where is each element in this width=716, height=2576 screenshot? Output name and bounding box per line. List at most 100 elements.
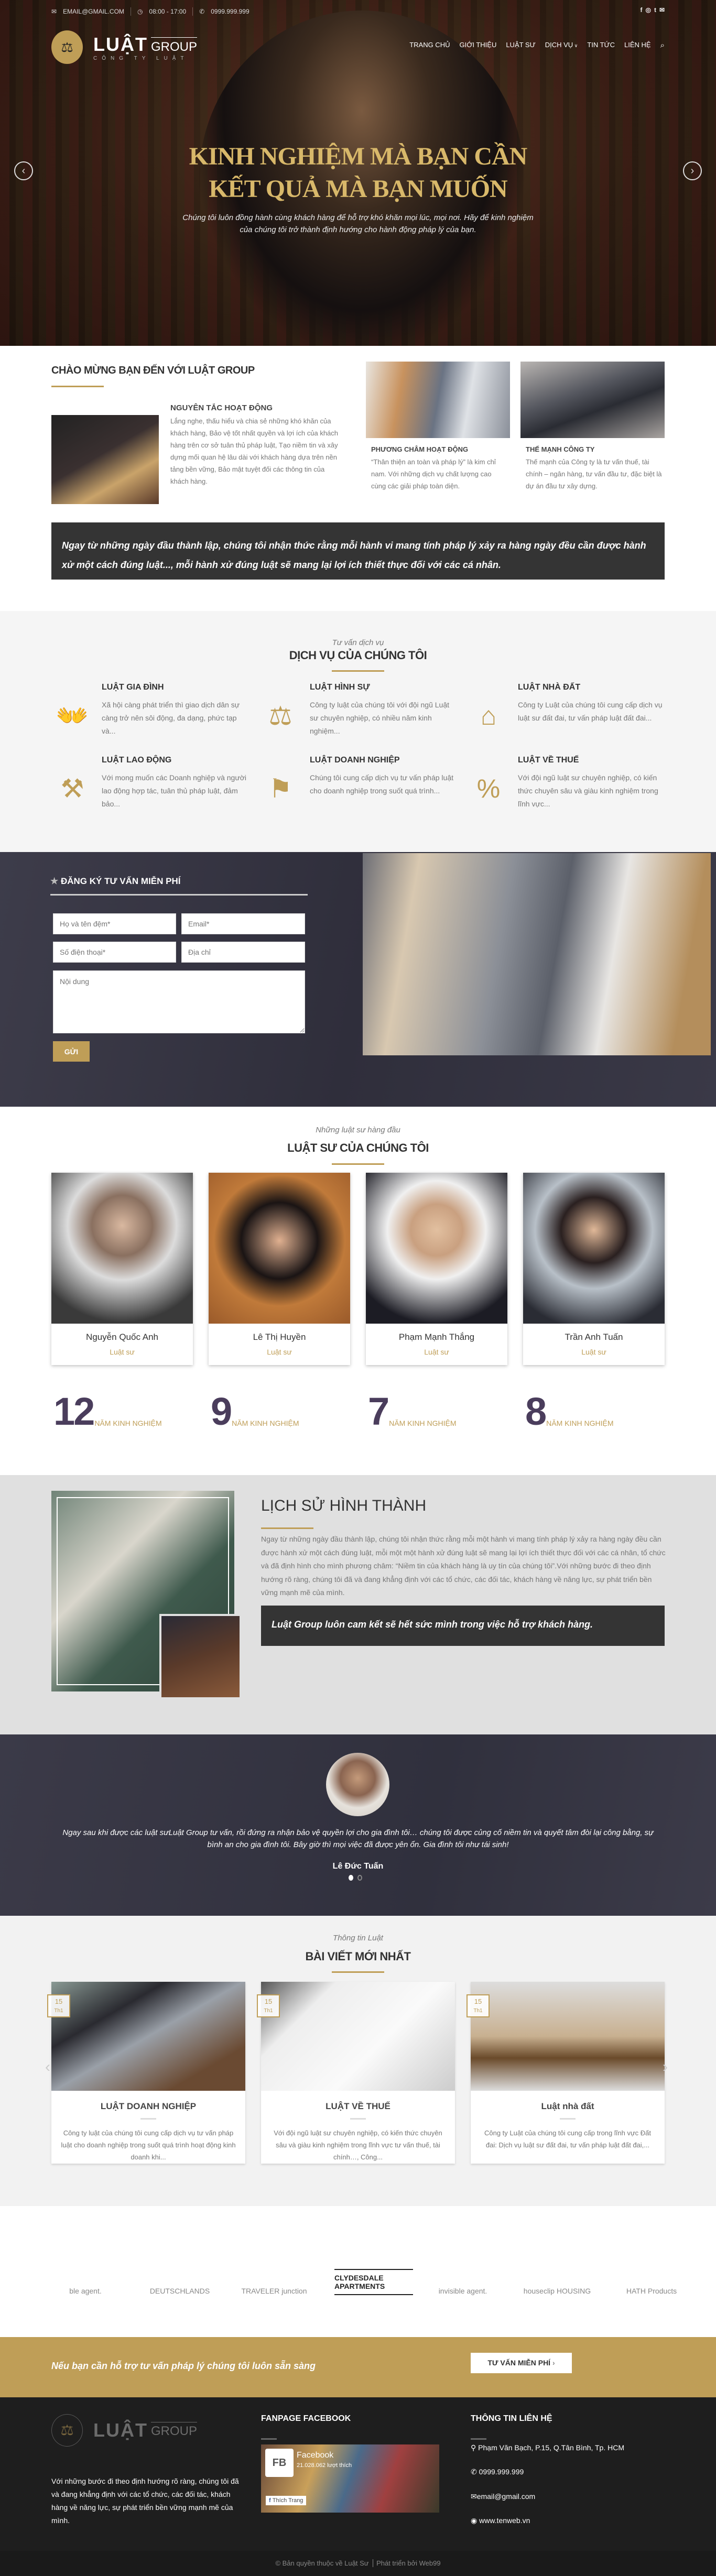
services-section: Tư vấn dịch vụ DỊCH VỤ CỦA CHÚNG TÔI 👐 LU… <box>0 611 716 852</box>
testimonial-name: Lê Đức Tuấn <box>332 1862 384 1871</box>
carousel-prev-icon[interactable]: ‹ <box>45 2058 50 2076</box>
service-title[interactable]: LUẬT NHÀ ĐẤT <box>518 683 580 692</box>
partner-logo[interactable]: TRAVELER junction <box>240 2248 308 2295</box>
partner-logo[interactable]: ble agent. <box>51 2248 120 2295</box>
post-title[interactable]: Luật nhà đất <box>471 2101 665 2112</box>
nav-about[interactable]: GIỚI THIỆU <box>459 41 496 50</box>
nav-lawyers[interactable]: LUẬT SƯ <box>506 41 535 50</box>
hero-title-line2: KẾT QUẢ MÀ BẠN MUỐN <box>209 175 507 203</box>
contact-title: THÔNG TIN LIÊN HỆ <box>471 2414 552 2423</box>
service-title[interactable]: LUẬT DOANH NGHIỆP <box>310 756 400 765</box>
contact-phone[interactable]: ✆ 0999.999.999 <box>471 2468 524 2476</box>
search-icon[interactable]: ⌕ <box>660 41 665 50</box>
service-title[interactable]: LUẬT GIA ĐÌNH <box>102 683 164 692</box>
slide-dot[interactable] <box>357 1875 362 1881</box>
blog-post-card[interactable]: 15 Th1 LUẬT VỀ THUẾ Với đội ngũ luật sư chu… <box>257 1982 455 2164</box>
welcome-quote: Ngay từ những ngày đầu thành lập, chúng … <box>51 522 665 580</box>
partner-logo[interactable]: DEUTSCHLANDS <box>146 2248 214 2295</box>
principle-text: Lắng nghe, thấu hiểu và chia sẻ những kh… <box>170 417 339 485</box>
partner-logo[interactable]: houseclip HOUSING <box>523 2248 591 2295</box>
divider <box>332 670 384 672</box>
service-item[interactable]: 👐 LUẬT GIA ĐÌNH Xã hội càng phát triển thì… <box>56 683 255 746</box>
stat-label: NĂM KINH NGHIỆM <box>94 1419 162 1427</box>
lawyer-name: Lê Thị Huyền <box>253 1332 306 1342</box>
facebook-icon[interactable]: f <box>640 6 642 14</box>
phone-field[interactable] <box>53 942 176 963</box>
hero-slider: ✉ EMAIL@GMAIL.COM ◷ 08:00 - 17:00 ✆ 0999.99… <box>0 0 716 346</box>
twitter-icon[interactable]: t <box>654 6 656 14</box>
lawyer-card[interactable]: Nguyễn Quốc Anh Luật sư <box>51 1173 193 1365</box>
lawyer-card[interactable]: Phạm Mạnh Thắng Luật sư <box>366 1173 507 1365</box>
lawyer-name: Trần Anh Tuấn <box>565 1332 623 1342</box>
like-page-label: Thích Trang <box>272 2497 303 2504</box>
partner-logo[interactable]: invisible agent. <box>429 2248 497 2295</box>
name-field[interactable] <box>53 913 176 934</box>
divider <box>560 2118 576 2120</box>
history-title: LỊCH SỬ HÌNH THÀNH <box>261 1497 427 1514</box>
post-title[interactable]: LUẬT DOANH NGHIỆP <box>51 2101 245 2112</box>
lawyer-card[interactable]: Lê Thị Huyền Luật sư <box>209 1173 350 1365</box>
like-page-button[interactable]: f Thích Trang <box>266 2496 307 2505</box>
facebook-page-name[interactable]: Facebook <box>297 2451 333 2460</box>
contact-email[interactable]: ✉email@gmail.com <box>471 2492 535 2501</box>
email-icon: ✉ <box>471 2492 477 2501</box>
site-logo[interactable]: ⚖ LUẬT GROUP CÔNG TY LUẬT <box>51 30 197 64</box>
nav-services[interactable]: DỊCH VỤ ∨ <box>545 41 578 50</box>
partner-logo[interactable]: HATH Products <box>617 2248 686 2295</box>
post-image: 15 Th1 <box>467 1982 665 2091</box>
slider-next-button[interactable]: › <box>683 161 702 180</box>
email-field[interactable] <box>181 913 305 934</box>
services-title: DỊCH VỤ CỦA CHÚNG TÔI <box>289 649 427 662</box>
free-consult-button[interactable]: TƯ VẤN MIỄN PHÍ › <box>471 2353 572 2373</box>
partner-name: CLYDESDALE APARTMENTS <box>334 2274 385 2290</box>
worker-icon: ⚒ <box>60 774 84 803</box>
service-item[interactable]: ⚑ LUẬT DOANH NGHIỆP Chúng tôi cung cấp dịc… <box>264 756 463 818</box>
principle-image <box>51 415 159 504</box>
clock-icon: ◷ <box>137 8 143 15</box>
instagram-icon[interactable]: ◎ <box>645 6 650 14</box>
footer-logo-text: LUẬT <box>93 2419 148 2441</box>
consultation-photo <box>363 853 711 1055</box>
lawyer-role: Luật sư <box>581 1348 606 1356</box>
carousel-next-icon[interactable]: › <box>663 2058 668 2076</box>
topbar-phone[interactable]: 0999.999.999 <box>211 8 249 15</box>
mail-icon[interactable]: ✉ <box>659 6 665 14</box>
submit-button[interactable]: GỬI <box>53 1041 90 1062</box>
footer-logo[interactable]: ⚖ LUẬT GROUP <box>51 2414 197 2447</box>
service-item[interactable]: ⚒ LUẬT LAO ĐỘNG Với mong muốn các Doanh ng… <box>56 756 255 818</box>
service-title[interactable]: LUẬT LAO ĐỘNG <box>102 756 171 765</box>
service-item[interactable]: % LUẬT VỀ THUẾ Với đội ngũ luật sư chuyên … <box>472 756 671 818</box>
stat-number: 8 <box>525 1390 547 1433</box>
divider <box>332 1971 384 1973</box>
service-item[interactable]: ⚖ LUẬT HÌNH SỰ Công ty luật của chúng tôi … <box>264 683 463 746</box>
service-title[interactable]: LUẬT HÌNH SỰ <box>310 683 370 692</box>
facebook-widget[interactable]: FB Facebook 21.028.062 lượt thích f Thíc… <box>261 2444 439 2513</box>
partners-section: ble agent. DEUTSCHLANDS TRAVELER junction C… <box>0 2206 716 2337</box>
blog-post-card[interactable]: 15 Th1 LUẬT DOANH NGHIỆP Công ty luật của c… <box>47 1982 245 2164</box>
divider <box>261 2438 277 2440</box>
blog-post-card[interactable]: 15 Th1 Luật nhà đất Công ty Luật của chúng … <box>467 1982 665 2164</box>
service-title[interactable]: LUẬT VỀ THUẾ <box>518 756 579 765</box>
topbar-email[interactable]: EMAIL@GMAIL.COM <box>63 8 124 15</box>
slide-dot[interactable] <box>349 1875 353 1881</box>
testimonial-avatar <box>326 1753 389 1816</box>
content-field[interactable] <box>53 970 305 1033</box>
lawyer-photo <box>523 1173 665 1324</box>
partner-logo[interactable]: CLYDESDALE APARTMENTS <box>334 2269 413 2295</box>
contact-website[interactable]: ◉ www.tenweb.vn <box>471 2516 530 2525</box>
chevron-down-icon: ∨ <box>573 43 578 48</box>
nav-news[interactable]: TIN TỨC <box>587 41 615 50</box>
slider-prev-button[interactable]: ‹ <box>14 161 33 180</box>
developer-credit[interactable]: Phát triển bởi Web99 <box>373 2559 441 2567</box>
address-field[interactable] <box>181 942 305 963</box>
lawyer-card[interactable]: Trần Anh Tuấn Luật sư <box>523 1173 665 1365</box>
post-title[interactable]: LUẬT VỀ THUẾ <box>261 2101 455 2112</box>
nav-home[interactable]: TRANG CHỦ <box>409 41 450 50</box>
service-item[interactable]: ⌂ LUẬT NHÀ ĐẤT Công ty Luật của chúng tôi … <box>472 683 671 746</box>
copyright-bar: © Bản quyền thuộc về Luật Sư Phát triển … <box>0 2551 716 2576</box>
divider <box>140 2118 156 2120</box>
scales-icon: ⚖ <box>51 30 83 64</box>
post-month: Th1 <box>54 2008 63 2014</box>
nav-contact[interactable]: LIÊN HỆ <box>624 41 651 50</box>
consult-form-section: ★ ĐĂNG KÝ TƯ VẤN MIỄN PHÍ GỬI <box>0 852 716 1107</box>
